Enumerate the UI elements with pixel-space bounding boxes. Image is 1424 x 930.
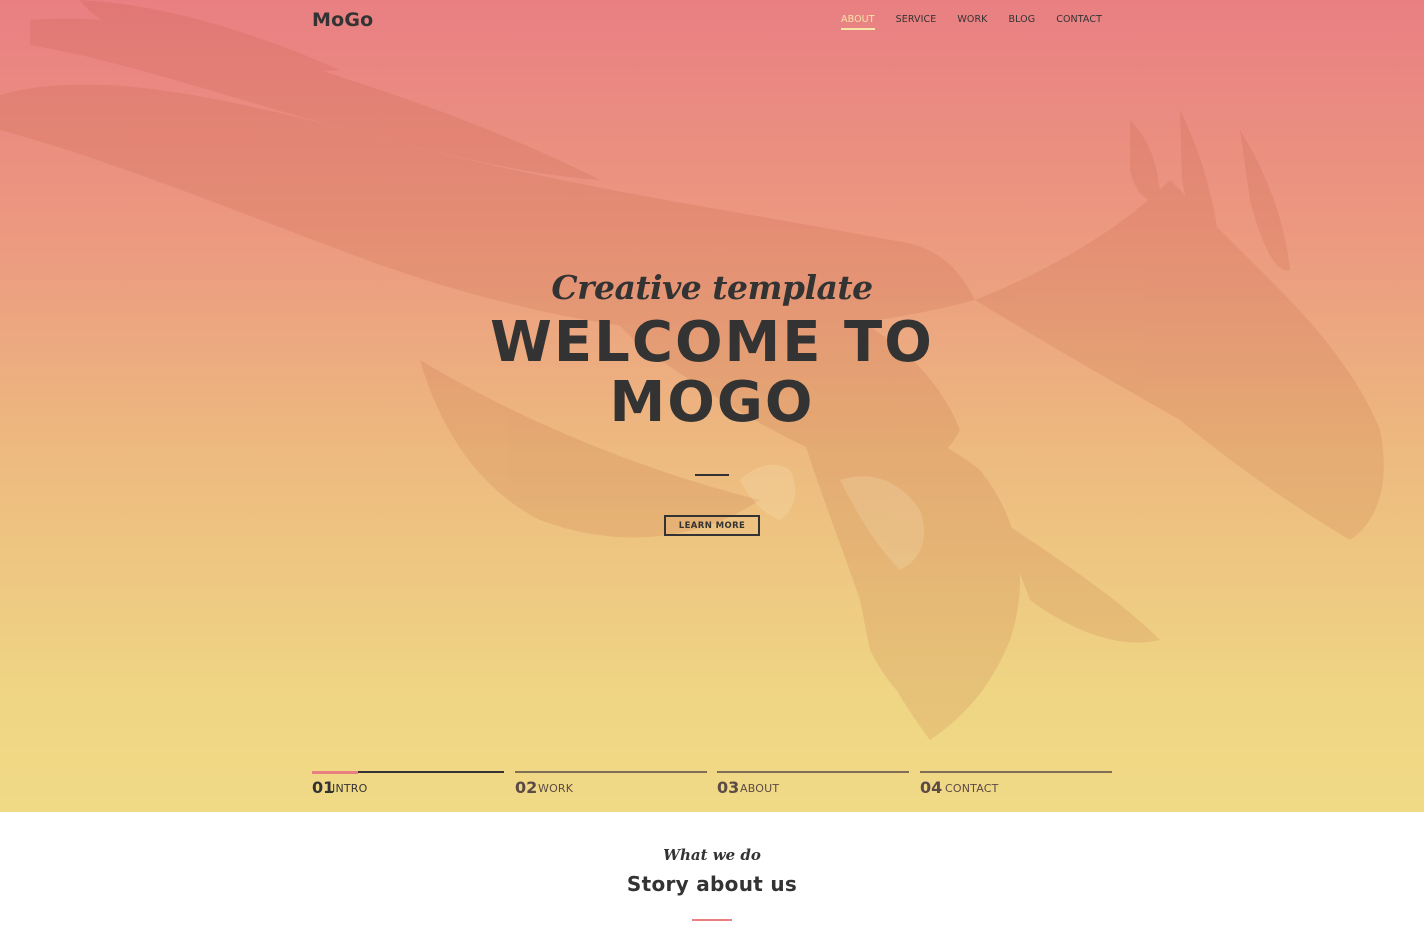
hero-divider (695, 474, 729, 476)
slider-bar (515, 771, 707, 773)
hero-subtitle: Creative template (551, 268, 873, 307)
slider-bar (717, 771, 909, 773)
slider-number: 02 (515, 778, 538, 797)
main-nav: ABOUT SERVICE WORK BLOG CONTACT (820, 14, 1102, 30)
slider-label: ABOUT (740, 782, 780, 795)
slider-navigation: 01 INTRO 02 WORK 03 ABOUT 04 CONTACT (312, 771, 1112, 801)
slider-label: WORK (538, 782, 574, 795)
hero-headline-line-1: WELCOME TO (490, 310, 934, 375)
slider-number: 03 (717, 778, 740, 797)
slider-label: INTRO (332, 782, 368, 795)
story-section: What we do Story about us (0, 812, 1424, 930)
hero-headline: WELCOME TO MOGO (0, 313, 1424, 433)
slider-label: CONTACT (945, 782, 999, 795)
hero-text: Creative template WELCOME TO MOGO (0, 268, 1424, 433)
site-header: MoGo ABOUT SERVICE WORK BLOG CONTACT (312, 0, 1112, 40)
slider-item-work[interactable]: 02 WORK (515, 771, 707, 801)
slider-item-intro[interactable]: 01 INTRO (312, 771, 504, 801)
nav-item-contact[interactable]: CONTACT (1056, 14, 1102, 30)
nav-item-blog[interactable]: BLOG (1009, 14, 1036, 30)
site-logo[interactable]: MoGo (312, 9, 373, 31)
slider-number: 01 (312, 778, 335, 797)
slider-item-contact[interactable]: 04 CONTACT (920, 771, 1112, 801)
story-divider (692, 919, 732, 921)
slider-number: 04 (920, 778, 943, 797)
story-title: Story about us (626, 872, 798, 896)
slider-progress (312, 771, 359, 774)
learn-more-button[interactable]: LEARN MORE (664, 515, 760, 536)
hero-headline-line-2: MOGO (609, 370, 815, 435)
hero-section: MoGo ABOUT SERVICE WORK BLOG CONTACT Cre… (0, 0, 1424, 812)
story-subtitle: What we do (663, 846, 761, 864)
nav-item-about[interactable]: ABOUT (841, 14, 875, 30)
slider-bar (920, 771, 1112, 773)
nav-item-work[interactable]: WORK (957, 14, 987, 30)
nav-item-service[interactable]: SERVICE (896, 14, 937, 30)
slider-item-about[interactable]: 03 ABOUT (717, 771, 909, 801)
